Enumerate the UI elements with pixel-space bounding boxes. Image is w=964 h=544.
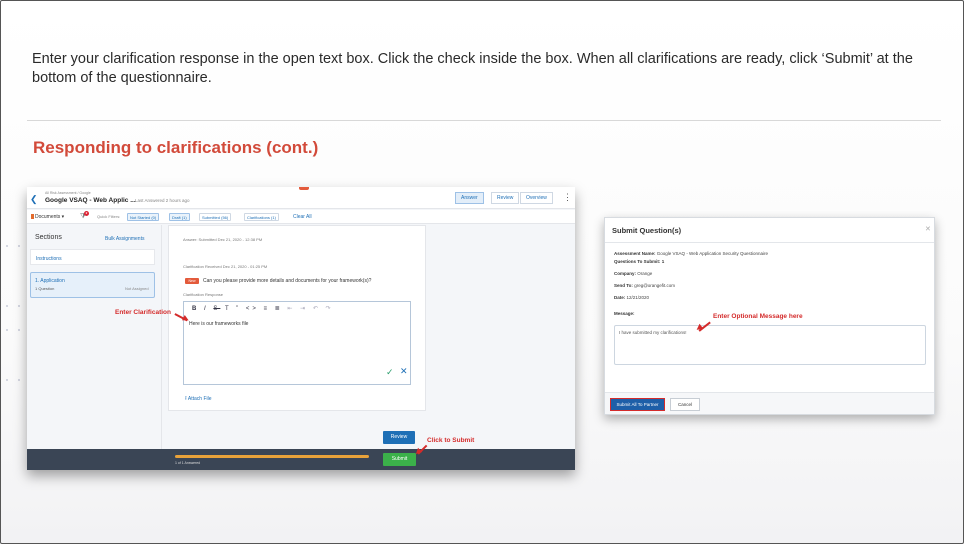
message-field[interactable]: I have submitted my clarifications! <box>614 325 926 365</box>
chip-clarifications[interactable]: Clarifications (1) <box>244 213 279 221</box>
quote-icon[interactable]: ” <box>236 306 241 312</box>
progress-footer: 1 of 1 Answered Submit <box>27 449 575 470</box>
message-label: Message: <box>614 311 635 316</box>
attach-file-label: Attach File <box>187 396 212 402</box>
annotation-click-submit: Click to Submit <box>427 437 475 444</box>
decorative-dots <box>3 239 27 469</box>
send-to-label: Send To: <box>614 283 633 288</box>
dialog-header: Submit Question(s) ✕ <box>605 218 934 243</box>
slide-heading: Responding to clarifications (cont.) <box>33 138 319 157</box>
bulk-assignments-link[interactable]: Bulk Assignments <box>105 236 144 242</box>
check-icon[interactable]: ✓ <box>386 367 394 378</box>
filter-icon[interactable]: ⧩ 2 <box>80 211 89 221</box>
bold-icon[interactable]: B <box>192 306 199 312</box>
section-count: 1 Question <box>35 286 55 291</box>
date-value: 12/21/2020 <box>626 295 650 300</box>
close-icon[interactable]: ✕ <box>925 225 931 233</box>
dialog-title: Submit Question(s) <box>612 226 682 235</box>
questions-label: Questions To Submit: <box>614 259 661 264</box>
questions-value: 1 <box>661 259 665 264</box>
back-arrow-icon[interactable]: ❮ <box>30 194 38 205</box>
tab-review[interactable]: Review <box>491 192 520 204</box>
send-to-value: greg@orangefit.com <box>634 283 676 288</box>
numbered-list-icon[interactable]: ≣ <box>275 306 283 312</box>
company-label: Company: <box>614 271 637 276</box>
chip-draft[interactable]: Draft (1) <box>169 213 190 221</box>
progress-text: 1 of 1 Answered <box>175 461 201 465</box>
submit-button[interactable]: Submit <box>383 453 416 466</box>
documents-label: Documents <box>35 214 61 220</box>
document-icon <box>31 214 34 219</box>
annotation-marker <box>299 187 309 190</box>
tab-answer[interactable]: Answer <box>455 192 484 204</box>
heading-icon[interactable]: T <box>225 306 232 312</box>
clear-all-link[interactable]: Clear All <box>293 214 312 220</box>
undo-icon[interactable]: ↶ <box>313 306 321 312</box>
chip-not-started[interactable]: Not Started (0) <box>127 213 160 221</box>
strikethrough-icon[interactable]: S <box>213 306 220 312</box>
questionnaire-title: Google VSAQ - Web Applic ... <box>45 197 136 204</box>
clarification-editor[interactable]: B I S T ” <> ≡ ≣ ⇤ ⇥ ↶ ↷ Here is our fra… <box>183 301 411 385</box>
section-name: 1. Application <box>35 278 65 284</box>
section-assignee: Not Assigned <box>125 286 149 291</box>
questionnaire-header: ❮ All Risk Assessment / Google Google VS… <box>27 187 575 209</box>
indent-icon[interactable]: ⇥ <box>300 306 308 312</box>
response-label: Clarification Response <box>183 292 224 297</box>
divider <box>27 120 941 121</box>
last-answered: Last Answered 2 hours ago <box>135 198 190 203</box>
instructions-text: Enter your clarification response in the… <box>32 51 913 86</box>
upload-icon: ⭱ <box>185 396 187 402</box>
company-value: Orange <box>637 271 653 276</box>
assessment-value: Google VSAQ - Web Application Security Q… <box>656 251 769 256</box>
filter-bar: Documents ▾ ⧩ 2 Quick Filters: Not Starte… <box>27 210 575 224</box>
breadcrumb[interactable]: All Risk Assessment / Google <box>45 191 91 195</box>
redo-icon[interactable]: ↷ <box>326 306 334 312</box>
attach-file-link[interactable]: ⭱ Attach File <box>185 396 212 404</box>
question-panel: Answer: Submitted Dec 21, 2020 - 12:38 P… <box>168 225 426 411</box>
clarification-status[interactable]: Clarification Received Dec 21, 2020 - 01… <box>183 264 267 269</box>
italic-icon[interactable]: I <box>204 306 209 312</box>
editor-toolbar: B I S T ” <> ≡ ≣ ⇤ ⇥ ↶ ↷ <box>192 305 334 312</box>
annotation-optional-message: Enter Optional Message here <box>713 313 803 320</box>
progress-bar <box>175 455 369 458</box>
sections-sidebar: Sections Bulk Assignments Instructions 1… <box>27 225 162 449</box>
close-icon[interactable]: ✕ <box>400 366 408 377</box>
review-button[interactable]: Review <box>383 431 415 444</box>
date-label: Date: <box>614 295 626 300</box>
instructions-link[interactable]: Instructions <box>30 249 155 265</box>
new-badge: New <box>185 278 199 284</box>
message-text: I have submitted my clarifications! <box>619 330 687 335</box>
date-row: Date: 12/21/2020 <box>614 295 649 300</box>
outdent-icon[interactable]: ⇤ <box>287 306 295 312</box>
answer-status[interactable]: Answer: Submitted Dec 21, 2020 - 12:38 P… <box>183 237 262 242</box>
cancel-button[interactable]: Cancel <box>670 398 700 411</box>
submit-all-button[interactable]: Submit All To Partner <box>610 398 665 411</box>
send-to-row: Send To: greg@orangefit.com <box>614 283 675 288</box>
submit-dialog-screenshot: Submit Question(s) ✕ Assessment Name: Go… <box>604 217 935 415</box>
dialog-footer: Submit All To Partner Cancel <box>605 392 934 414</box>
assessment-name-row: Assessment Name: Google VSAQ - Web Appli… <box>614 251 768 256</box>
company-row: Company: Orange <box>614 271 652 276</box>
response-text[interactable]: Here is our frameworks file <box>189 321 248 327</box>
assessment-label: Assessment Name: <box>614 251 656 256</box>
annotation-enter-clarification: Enter Clarification <box>115 309 171 316</box>
section-item-application[interactable]: 1. Application 1 Question Not Assigned <box>30 272 155 298</box>
filter-badge: 2 <box>84 211 89 216</box>
questions-row: Questions To Submit: 1 <box>614 259 664 264</box>
code-icon[interactable]: <> <box>246 306 259 312</box>
quick-filters-label: Quick Filters: <box>97 214 121 219</box>
sections-title: Sections <box>35 234 62 241</box>
documents-dropdown[interactable]: Documents ▾ <box>31 214 64 220</box>
bullet-list-icon[interactable]: ≡ <box>264 306 271 312</box>
chip-submitted[interactable]: Submitted (56) <box>199 213 232 221</box>
more-options-icon[interactable]: ⋮ <box>563 192 572 203</box>
clarification-question: Can you please provide more details and … <box>203 278 372 284</box>
tab-overview[interactable]: Overview <box>520 192 553 204</box>
slide: Enter your clarification response in the… <box>0 0 964 544</box>
questionnaire-screenshot: ❮ All Risk Assessment / Google Google VS… <box>27 187 575 470</box>
